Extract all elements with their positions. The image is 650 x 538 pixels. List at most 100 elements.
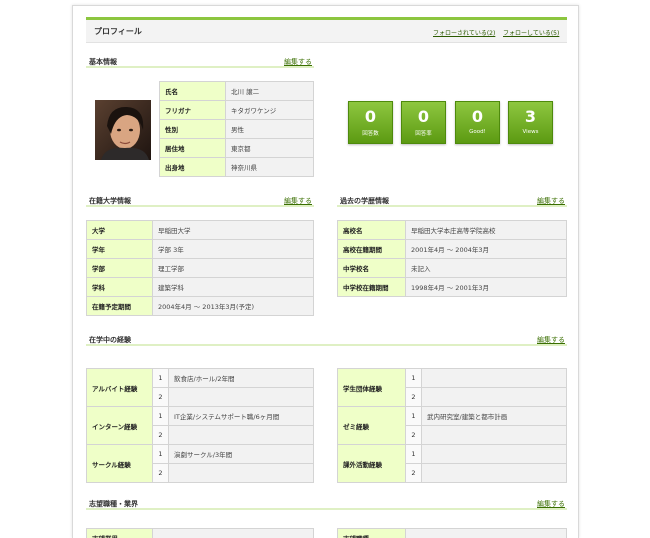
- extracurricular-value-1: [421, 444, 567, 464]
- internship-value-1: IT企業/システムサポート職/6ヶ月間: [168, 406, 314, 426]
- past-education-table: 高校名 早稲田大学本庄高等学院高校 高校在籍期間 2001年4月 〜 2004年3月…: [337, 220, 567, 297]
- department-label: 学科: [86, 277, 153, 297]
- table-row: 高校名 早稲田大学本庄高等学院高校: [337, 220, 567, 240]
- desired-industry-value: [152, 528, 314, 538]
- stat-good: 0 Good!: [455, 101, 500, 144]
- table-row: インターン経験 1 IT企業/システムサポート職/6ヶ月間: [86, 406, 314, 445]
- part-time-value-2: [168, 387, 314, 407]
- hometown-label: 出身地: [159, 157, 226, 177]
- row-number: 1: [152, 406, 169, 426]
- grade-value: 学部 3年: [152, 239, 314, 259]
- past-education-header: 過去の学歴情報 編集する: [337, 195, 567, 207]
- desired-right-table: 志望職種: [337, 528, 567, 538]
- grade-label: 学年: [86, 239, 153, 259]
- row-number: 1: [405, 368, 422, 388]
- internship-label: インターン経験: [86, 406, 153, 445]
- part-time-value-1: 飲食店/ホール/2年間: [168, 368, 314, 388]
- high-school-label: 高校名: [337, 220, 406, 240]
- stat-views-value: 3: [524, 107, 537, 126]
- desired-header: 志望職種・業界 編集する: [86, 498, 567, 510]
- internship-value-2: [168, 425, 314, 445]
- student-org-value-1: [421, 368, 567, 388]
- experience-header: 在学中の経験 編集する: [86, 334, 567, 346]
- desired-left-table: 志望業界: [86, 528, 314, 538]
- basic-info-edit-link[interactable]: 編集する: [284, 57, 312, 67]
- followers-link[interactable]: フォローされている(2): [433, 28, 495, 37]
- stat-good-value: 0: [471, 107, 484, 126]
- university-label: 大学: [86, 220, 153, 240]
- enrollment-period-value: 2004年4月 〜 2013年3月(予定): [152, 296, 314, 316]
- desired-industry-label: 志望業界: [86, 528, 153, 538]
- stat-answer-rate-value: 0: [417, 107, 430, 126]
- stat-answers: 0 回答数: [348, 101, 393, 144]
- table-row: 学生団体経験 1: [337, 368, 567, 407]
- row-number: 1: [405, 444, 422, 464]
- desired-edit-link[interactable]: 編集する: [537, 499, 565, 509]
- experience-left-table: アルバイト経験 1 飲食店/ホール/2年間 2 インターン経験 1 IT企業/システムサ…: [86, 368, 314, 483]
- table-row: 出身地 神奈川県: [159, 157, 314, 177]
- basic-info-header: 基本情報 編集する: [86, 56, 314, 68]
- table-row: 大学 早稲田大学: [86, 220, 314, 240]
- seminar-value-2: [421, 425, 567, 445]
- table-row: ゼミ経験 1 武内研究室/建築と都市計画: [337, 406, 567, 445]
- table-row: 高校在籍期間 2001年4月 〜 2004年3月: [337, 239, 567, 259]
- table-row: サークル経験 1 演劇サークル/3年間: [86, 444, 314, 483]
- stat-answers-value: 0: [364, 107, 377, 126]
- table-row: 志望職種: [337, 528, 567, 538]
- row-number: 1: [152, 444, 169, 464]
- table-row: 性別 男性: [159, 119, 314, 139]
- name-value: 北川 譲二: [225, 81, 314, 101]
- club-label: サークル経験: [86, 444, 153, 483]
- row-number: 2: [405, 387, 422, 407]
- furigana-label: フリガナ: [159, 100, 226, 120]
- gender-label: 性別: [159, 119, 226, 139]
- table-row: 学年 学部 3年: [86, 239, 314, 259]
- enrollment-period-label: 在籍予定期間: [86, 296, 153, 316]
- table-row: 氏名 北川 譲二: [159, 81, 314, 101]
- club-value-2: [168, 463, 314, 483]
- faculty-label: 学部: [86, 258, 153, 278]
- stat-views: 3 Views: [508, 101, 553, 144]
- junior-high-value: 未記入: [405, 258, 567, 278]
- student-org-label: 学生団体経験: [337, 368, 406, 407]
- row-number: 2: [152, 463, 169, 483]
- stat-answer-rate-label: 回答率: [415, 131, 432, 137]
- desired-job-value: [405, 528, 567, 538]
- table-row: 志望業界: [86, 528, 314, 538]
- page-title: プロフィール: [94, 27, 142, 36]
- extracurricular-value-2: [421, 463, 567, 483]
- profile-card: プロフィール フォローされている(2) フォローしている(5) 基本情報 編集す…: [72, 5, 579, 538]
- university-edit-link[interactable]: 編集する: [284, 196, 312, 206]
- experience-edit-link[interactable]: 編集する: [537, 335, 565, 345]
- table-row: 中学校在籍期間 1998年4月 〜 2001年3月: [337, 277, 567, 297]
- faculty-value: 理工学部: [152, 258, 314, 278]
- table-row: 学部 理工学部: [86, 258, 314, 278]
- desired-job-label: 志望職種: [337, 528, 406, 538]
- part-time-label: アルバイト経験: [86, 368, 153, 407]
- name-label: 氏名: [159, 81, 226, 101]
- profile-header: プロフィール フォローされている(2) フォローしている(5): [86, 17, 567, 43]
- high-school-period-value: 2001年4月 〜 2004年3月: [405, 239, 567, 259]
- experience-title: 在学中の経験: [89, 336, 131, 344]
- row-number: 1: [152, 368, 169, 388]
- university-title: 在籍大学情報: [89, 197, 131, 205]
- basic-info-title: 基本情報: [89, 58, 117, 66]
- department-value: 建築学科: [152, 277, 314, 297]
- experience-right-table: 学生団体経験 1 2 ゼミ経験 1 武内研究室/建築と都市計画 2 課外活動経験 1 2: [337, 368, 567, 483]
- past-education-edit-link[interactable]: 編集する: [537, 196, 565, 206]
- row-number: 1: [405, 406, 422, 426]
- university-table: 大学 早稲田大学 学年 学部 3年 学部 理工学部 学科 建築学科 在籍予定期間 2004…: [86, 220, 314, 316]
- gender-value: 男性: [225, 119, 314, 139]
- table-row: 学科 建築学科: [86, 277, 314, 297]
- seminar-label: ゼミ経験: [337, 406, 406, 445]
- following-link[interactable]: フォローしている(5): [503, 28, 559, 37]
- hometown-value: 神奈川県: [225, 157, 314, 177]
- seminar-value-1: 武内研究室/建築と都市計画: [421, 406, 567, 426]
- high-school-period-label: 高校在籍期間: [337, 239, 406, 259]
- past-education-title: 過去の学歴情報: [340, 197, 389, 205]
- table-row: アルバイト経験 1 飲食店/ホール/2年間: [86, 368, 314, 407]
- university-value: 早稲田大学: [152, 220, 314, 240]
- stat-good-label: Good!: [469, 129, 486, 135]
- table-row: フリガナ キタガワケンジ: [159, 100, 314, 120]
- club-value-1: 演劇サークル/3年間: [168, 444, 314, 464]
